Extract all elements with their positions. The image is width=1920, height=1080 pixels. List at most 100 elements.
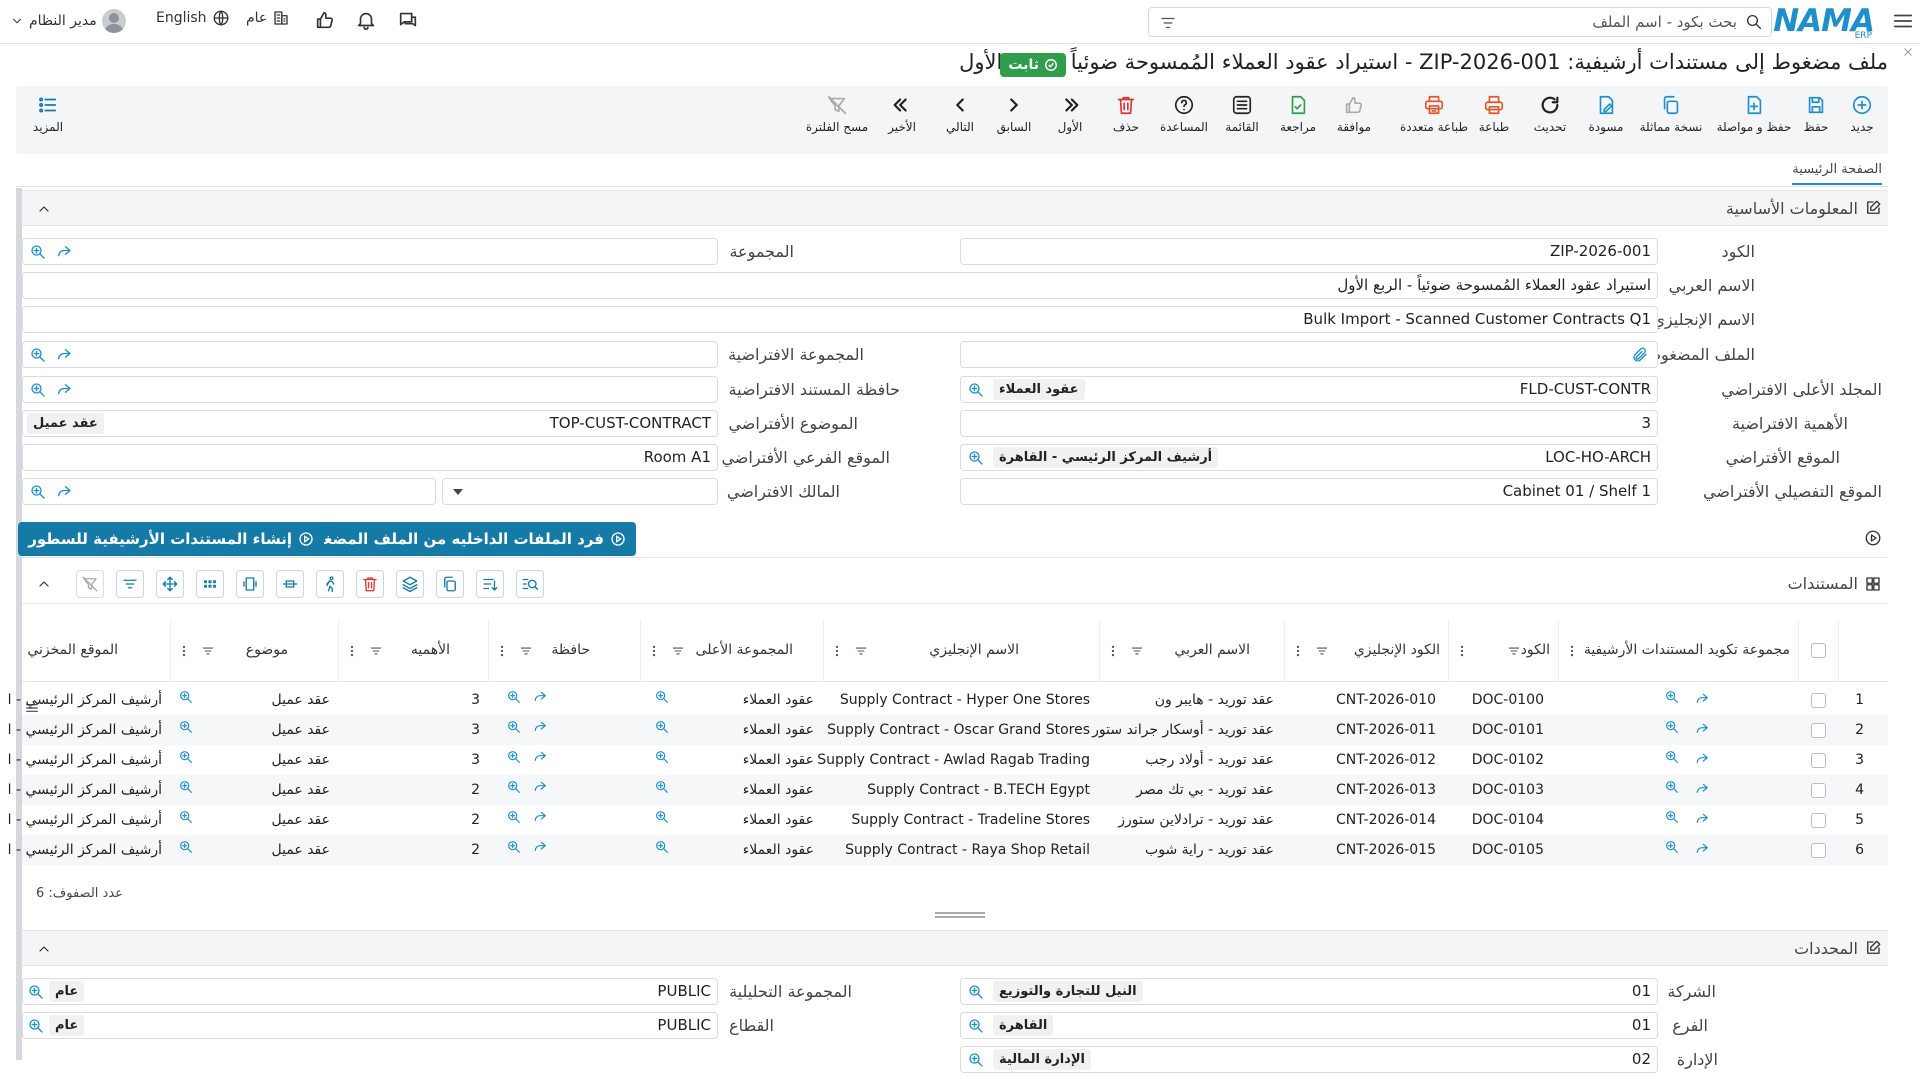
help-button[interactable]: المساعدة: [1152, 94, 1216, 134]
delete-rows-button[interactable]: [356, 570, 384, 598]
open-link-icon[interactable]: [532, 749, 548, 765]
header-storage-location[interactable]: الموقع المخزني: [22, 620, 170, 682]
open-link-icon[interactable]: [1694, 781, 1710, 797]
play-circle-icon[interactable]: [1864, 529, 1882, 547]
duplicate-button[interactable]: نسخة مماثلة: [1634, 94, 1708, 134]
default-keeper-field[interactable]: [22, 376, 718, 403]
lookup-icon[interactable]: [1664, 719, 1680, 735]
arabic-name-field[interactable]: استيراد عقود العملاء المُمسوحة ضوئياً - …: [22, 272, 1658, 299]
lookup-icon[interactable]: [178, 719, 194, 735]
menu-icon[interactable]: [1892, 10, 1914, 32]
lookup-icon[interactable]: [654, 719, 670, 735]
open-link-icon[interactable]: [532, 689, 548, 705]
sort-button[interactable]: [476, 570, 504, 598]
open-link-icon[interactable]: [532, 719, 548, 735]
select-all-checkbox[interactable]: [1811, 643, 1826, 658]
column-menu-icon[interactable]: [1455, 644, 1469, 658]
delete-button[interactable]: حذف: [1094, 94, 1158, 134]
table-row[interactable]: 3 DOC-0102 CNT-2026-012 عقد توريد - أولا…: [8, 745, 1888, 775]
refresh-button[interactable]: تحديث: [1518, 94, 1582, 134]
open-link-icon[interactable]: [532, 779, 548, 795]
open-link-icon[interactable]: [1694, 721, 1710, 737]
lookup-icon[interactable]: [27, 983, 45, 1001]
row-checkbox[interactable]: [1811, 813, 1826, 828]
bell-icon[interactable]: [355, 9, 377, 31]
lookup-icon[interactable]: [178, 779, 194, 795]
column-menu-icon[interactable]: [177, 644, 191, 658]
create-archive-docs-button[interactable]: إنشاء المستندات الأرشيفية للسطور: [18, 522, 324, 556]
owner-select[interactable]: [442, 478, 718, 505]
language-switch[interactable]: English: [156, 9, 230, 27]
close-icon[interactable]: [1902, 46, 1914, 58]
lookup-icon[interactable]: [967, 1017, 985, 1035]
default-topic-field[interactable]: TOP-CUST-CONTRACT عقد عميل: [22, 410, 718, 437]
lookup-icon[interactable]: [654, 809, 670, 825]
column-filter-icon[interactable]: [854, 644, 868, 658]
english-name-field[interactable]: Bulk Import - Scanned Customer Contracts…: [22, 306, 1658, 333]
row-checkbox[interactable]: [1811, 693, 1826, 708]
header-arabic-name[interactable]: الاسم العربي: [1099, 620, 1284, 682]
lookup-icon[interactable]: [967, 1051, 985, 1069]
open-link-icon[interactable]: [55, 381, 73, 399]
last-button[interactable]: الأخير: [870, 94, 934, 134]
review-button[interactable]: مراجعة: [1266, 94, 1330, 134]
save-continue-button[interactable]: حفظ و مواصلة: [1712, 94, 1796, 134]
column-menu-icon[interactable]: [1565, 644, 1579, 658]
analytic-group-field[interactable]: PUBLIC عام: [22, 978, 718, 1005]
clear-grid-filter-button[interactable]: [76, 570, 104, 598]
column-menu-icon[interactable]: [345, 644, 359, 658]
lookup-icon[interactable]: [506, 719, 522, 735]
lookup-icon[interactable]: [967, 449, 985, 467]
header-english-name[interactable]: الاسم الإنجليزي: [823, 620, 1099, 682]
column-filter-icon[interactable]: [671, 644, 685, 658]
lookup-icon[interactable]: [29, 483, 47, 501]
next-button[interactable]: التالي: [928, 94, 992, 134]
copy-rows-button[interactable]: [436, 570, 464, 598]
extract-files-button[interactable]: فرد الملفات الداخليه من الملف المضغوط: [289, 522, 636, 556]
lookup-icon[interactable]: [506, 839, 522, 855]
header-importance[interactable]: الأهميه: [338, 620, 488, 682]
open-link-icon[interactable]: [1694, 691, 1710, 707]
open-link-icon[interactable]: [55, 483, 73, 501]
likes-icon[interactable]: [314, 9, 336, 31]
lookup-icon[interactable]: [1664, 749, 1680, 765]
logo[interactable]: NAMA ERP: [1773, 3, 1875, 41]
lookup-icon[interactable]: [654, 839, 670, 855]
move-button[interactable]: [156, 570, 184, 598]
header-code-group[interactable]: مجموعة تكويد المستندات الأرشيفية: [1558, 620, 1798, 682]
dimensions-header[interactable]: المحددات: [22, 930, 1888, 966]
code-field[interactable]: ZIP-2026-001: [960, 238, 1658, 265]
first-button[interactable]: الأول: [1038, 94, 1102, 134]
default-group-field[interactable]: [22, 341, 718, 368]
lookup-icon[interactable]: [654, 779, 670, 795]
user-menu[interactable]: مدير النظام: [10, 9, 126, 33]
more-button[interactable]: المزيد: [16, 94, 80, 134]
column-menu-icon[interactable]: [495, 644, 509, 658]
importance-field[interactable]: 3: [960, 410, 1658, 437]
open-link-icon[interactable]: [532, 809, 548, 825]
scope-switch[interactable]: عام: [246, 9, 290, 27]
row-checkbox[interactable]: [1811, 783, 1826, 798]
parent-folder-field[interactable]: FLD-CUST-CONTR عقود العملاء: [960, 376, 1658, 403]
stretch-button[interactable]: [276, 570, 304, 598]
lookup-icon[interactable]: [178, 749, 194, 765]
chevron-up-icon[interactable]: [36, 941, 52, 957]
lookup-icon[interactable]: [1664, 839, 1680, 855]
table-row[interactable]: 5 DOC-0104 CNT-2026-014 عقد توريد - تراد…: [8, 805, 1888, 835]
lookup-icon[interactable]: [29, 381, 47, 399]
sub-location-field[interactable]: Room A1: [22, 444, 718, 471]
company-field[interactable]: 01 النيل للتجارة والتوزيع: [960, 978, 1658, 1005]
header-parent-group[interactable]: المجموعة الأعلى: [640, 620, 823, 682]
department-field[interactable]: 02 الإدارة المالية: [960, 1046, 1658, 1073]
column-menu-icon[interactable]: [647, 644, 661, 658]
table-row[interactable]: 6 DOC-0105 CNT-2026-015 عقد توريد - راية…: [8, 835, 1888, 865]
paperclip-icon[interactable]: [1631, 346, 1649, 364]
lookup-icon[interactable]: [506, 809, 522, 825]
column-filter-icon[interactable]: [519, 644, 533, 658]
group-field[interactable]: [22, 238, 718, 265]
multi-print-button[interactable]: طباعة متعددة: [1392, 94, 1476, 134]
header-keeper[interactable]: حافظة: [488, 620, 640, 682]
lookup-icon[interactable]: [29, 346, 47, 364]
panel-resize-handle[interactable]: [935, 912, 985, 918]
grid-dots-button[interactable]: [196, 570, 224, 598]
